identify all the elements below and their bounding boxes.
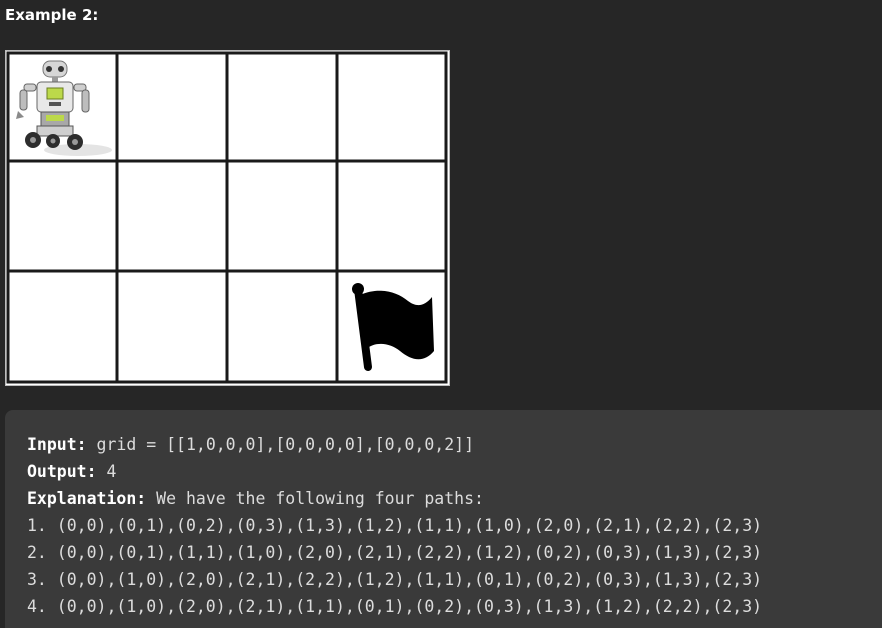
output-line: Output: 4	[27, 459, 116, 485]
input-line: Input: grid = [[1,0,0,0],[0,0,0,0],[0,0,…	[27, 432, 474, 458]
path-line-1: 1. (0,0),(0,1),(0,2),(0,3),(1,3),(1,2),(…	[27, 516, 763, 535]
grid-figure	[5, 50, 450, 386]
path-line-2: 2. (0,0),(0,1),(1,1),(1,0),(2,0),(2,1),(…	[27, 543, 763, 562]
path-line-3: 3. (0,0),(1,0),(2,0),(2,1),(2,2),(1,2),(…	[27, 570, 763, 589]
input-label: Input:	[27, 435, 87, 454]
path-line-4: 4. (0,0),(1,0),(2,0),(2,1),(1,1),(0,1),(…	[27, 597, 763, 616]
example-code-block: Input: grid = [[1,0,0,0],[0,0,0,0],[0,0,…	[5, 410, 882, 628]
explanation-value: We have the following four paths:	[146, 489, 484, 508]
output-value: 4	[96, 462, 117, 481]
explanation-label: Explanation:	[27, 489, 147, 508]
grid-diagram	[6, 51, 449, 385]
example-title: Example 2:	[5, 6, 99, 24]
explanation-line: Explanation: We have the following four …	[27, 486, 484, 512]
example-content: Example 2: Input: grid = [[1,0,0,0],[0,0…	[0, 0, 882, 628]
output-label: Output:	[27, 462, 97, 481]
input-value: grid = [[1,0,0,0],[0,0,0,0],[0,0,0,2]]	[86, 435, 475, 454]
